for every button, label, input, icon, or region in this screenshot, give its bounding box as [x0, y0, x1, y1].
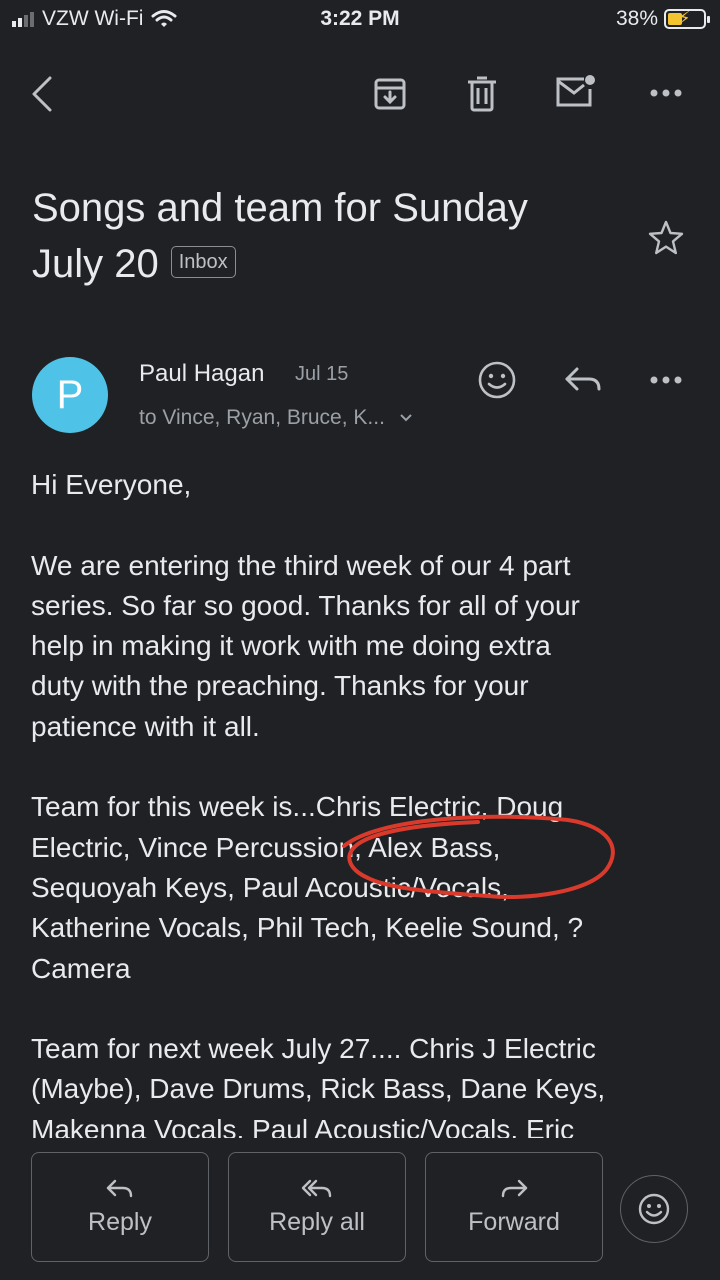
message-more-icon[interactable]	[644, 362, 688, 398]
body-line: patience with it all.	[31, 710, 260, 742]
chevron-down-icon	[400, 414, 412, 422]
battery-icon: ⚡	[664, 8, 710, 29]
forward-button[interactable]: Forward	[425, 1152, 603, 1262]
paragraph-1: We are entering the third week of our 4 …	[31, 546, 691, 747]
reply-button[interactable]: Reply	[31, 1152, 209, 1262]
archive-icon[interactable]	[368, 73, 412, 115]
greeting: Hi Everyone,	[31, 469, 192, 500]
mark-unread-icon[interactable]	[552, 71, 598, 113]
body-line: series. So far so good. Thanks for all o…	[31, 589, 580, 621]
reply-all-button[interactable]: Reply all	[228, 1152, 406, 1262]
battery-percent: 38%	[615, 7, 658, 30]
reply-all-arrow-icon	[301, 1179, 332, 1197]
email-date: Jul 15	[295, 363, 349, 385]
star-icon[interactable]	[646, 218, 686, 258]
status-bar: VZW Wi-Fi 3:22 PM 38% ⚡	[0, 0, 720, 40]
forward-label: Forward	[468, 1207, 560, 1236]
subject-line-1: Songs and team for Sunday	[32, 186, 528, 230]
add-reaction-icon[interactable]	[474, 357, 520, 403]
sender-avatar[interactable]: P	[32, 357, 108, 433]
recipients-toggle[interactable]: to Vince, Ryan, Bruce, K...	[139, 406, 413, 430]
body-line: Team for next week July 27.... Chris J E…	[31, 1033, 596, 1065]
body-line: Camera	[31, 952, 131, 984]
body-line: We are entering the third week of our 4 …	[31, 549, 571, 581]
forward-arrow-icon	[501, 1179, 528, 1197]
body-line: Katherine Vocals, Phil Tech, Keelie Soun…	[31, 912, 584, 944]
subject-line-2: July 20 Inbox	[32, 236, 632, 292]
emoji-reaction-button[interactable]	[620, 1175, 688, 1243]
sender-name: Paul Hagan	[139, 360, 265, 387]
body-line: Makenna Vocals, Paul Acoustic/Vocals, Er…	[31, 1113, 575, 1138]
reply-all-label: Reply all	[269, 1207, 365, 1236]
inbox-label-chip[interactable]: Inbox	[170, 246, 236, 279]
red-annotation-circle	[342, 814, 615, 899]
reply-label: Reply	[88, 1207, 152, 1236]
back-icon[interactable]	[22, 69, 62, 119]
email-body: Hi Everyone, We are entering the third w…	[31, 465, 691, 1138]
paragraph-3: Team for next week July 27.... Chris J E…	[31, 1029, 691, 1138]
email-toolbar	[0, 55, 720, 135]
reply-arrow-icon	[106, 1179, 133, 1197]
more-icon[interactable]	[644, 75, 688, 111]
body-line: duty with the preaching. Thanks for your	[31, 670, 529, 702]
smiley-icon	[638, 1193, 670, 1225]
recipients-text: to Vince, Ryan, Bruce, K...	[139, 406, 385, 429]
status-right: 38% ⚡	[615, 7, 710, 31]
reply-actions-bar: Reply Reply all Forward	[0, 1152, 720, 1264]
body-line: (Maybe), Dave Drums, Rick Bass, Dane Key…	[31, 1073, 606, 1105]
status-time: 3:22 PM	[320, 7, 400, 30]
reply-icon[interactable]	[560, 360, 606, 400]
body-line: help in making it work with me doing ext…	[31, 630, 551, 662]
subject-line-2-text: July 20	[32, 242, 159, 286]
email-subject: Songs and team for Sunday July 20 Inbox	[32, 180, 632, 292]
trash-icon[interactable]	[460, 73, 504, 115]
